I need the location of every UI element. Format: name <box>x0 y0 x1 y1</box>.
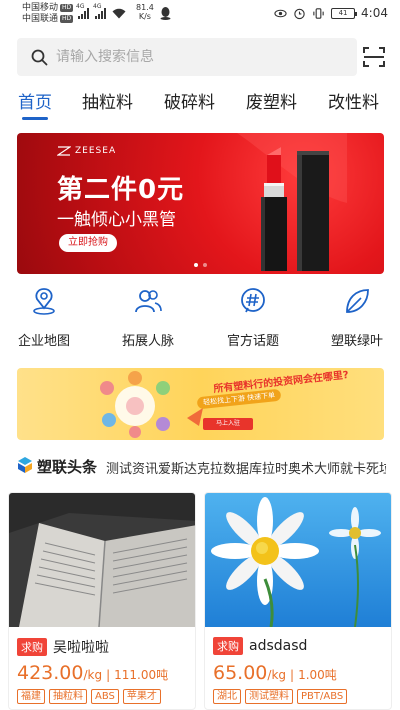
banner-brand: ZEESEA <box>57 145 116 157</box>
product-tag: 福建 <box>17 689 45 704</box>
network-type-2: 4G <box>93 3 102 10</box>
quick-links: 企业地图 拓展人脉 官方话题 塑联绿叶 <box>0 286 400 356</box>
price-row: 65.00 /kg | 1.00吨 <box>213 662 337 684</box>
banner-pagination <box>17 263 384 267</box>
tab-modified[interactable]: 改性料 <box>328 88 379 113</box>
quick-link-green-leaf[interactable]: 塑联绿叶 <box>312 286 400 349</box>
carrier-info: 中国移动 HD 中国联通 HD <box>22 3 74 25</box>
qq-icon <box>160 7 171 20</box>
leaf-icon <box>346 289 369 313</box>
battery-level: 41 <box>338 8 348 17</box>
hd-badge-2: HD <box>60 14 74 23</box>
vibrate-icon <box>313 7 324 19</box>
product-tags: 湖北 测试塑料 PBT/ABS <box>213 689 348 704</box>
product-tags: 福建 抽粒料 ABS 苹果才 <box>17 689 161 704</box>
quick-link-label: 拓展人脉 <box>121 334 174 349</box>
speed-value: 81.4 <box>136 3 154 12</box>
product-quantity: 1.00吨 <box>298 668 337 682</box>
tab-home[interactable]: 首页 <box>18 88 52 113</box>
promo-title: 所有塑料行的投资网会在哪里? <box>213 369 350 396</box>
search-row <box>0 38 400 76</box>
tab-waste-plastic[interactable]: 废塑料 <box>246 88 297 113</box>
search-bar[interactable] <box>17 38 357 76</box>
product-price: 423.00 <box>17 662 84 684</box>
status-right: 41 4:04 <box>274 6 388 20</box>
quick-link-label: 企业地图 <box>17 334 70 349</box>
wifi-icon <box>112 8 126 19</box>
brand-logo-icon <box>57 146 71 156</box>
clock: 4:04 <box>361 6 388 20</box>
scan-icon[interactable] <box>363 46 385 68</box>
product-name: adsdasd <box>249 638 308 654</box>
search-input[interactable] <box>56 49 326 65</box>
carrier-2: 中国联通 <box>22 14 59 24</box>
product-tag: ABS <box>91 689 119 704</box>
promo-join-button[interactable]: 马上入驻 <box>203 418 253 430</box>
hero-banner[interactable]: ZEESEA 第二件0元 一触倾心小黑管 立即抢购 <box>17 133 384 274</box>
quick-link-label: 塑联绿叶 <box>330 334 383 349</box>
product-card[interactable]: 求购 adsdasd 65.00 /kg | 1.00吨 湖北 测试塑料 PBT… <box>204 492 392 710</box>
alarm-icon <box>294 8 305 19</box>
product-title-row: 求购 adsdasd <box>213 637 307 655</box>
promo-illustration <box>100 371 203 438</box>
price-row: 423.00 /kg | 111.00吨 <box>17 662 168 684</box>
active-tab-indicator <box>22 117 48 120</box>
price-separator: | <box>290 668 295 682</box>
eye-icon <box>274 9 287 17</box>
hashtag-icon <box>241 288 265 313</box>
quick-link-company-map[interactable]: 企业地图 <box>0 286 89 349</box>
price-unit: /kg <box>83 668 103 682</box>
hd-badge-1: HD <box>60 3 74 12</box>
product-tag: PBT/ABS <box>297 689 348 704</box>
banner-title: 第二件0元 <box>57 175 185 205</box>
promo-banner[interactable]: 所有塑料行的投资网会在哪里? 轻松找上下游 快速下单 马上入驻 <box>17 368 384 440</box>
pagination-dot[interactable] <box>203 263 207 267</box>
product-name: 吴啦啦啦 <box>53 640 109 656</box>
carrier-1: 中国移动 <box>22 3 59 13</box>
buy-badge: 求购 <box>17 638 47 656</box>
contacts-icon <box>135 290 162 313</box>
pagination-dot-active[interactable] <box>194 263 198 267</box>
product-tag: 苹果才 <box>122 689 161 704</box>
search-icon <box>31 49 48 65</box>
product-image-book <box>9 493 195 627</box>
product-quantity: 111.00吨 <box>114 668 169 682</box>
banner-subtitle: 一触倾心小黑管 <box>57 210 176 230</box>
signal-icon-1: 4G <box>76 3 89 19</box>
product-tag: 抽粒料 <box>49 689 87 704</box>
quick-link-official-topics[interactable]: 官方话题 <box>208 286 298 349</box>
product-image-flower <box>205 493 391 627</box>
product-tag: 测试塑料 <box>245 689 293 704</box>
signal-indicators: 4G 4G <box>76 3 126 19</box>
tab-crushed[interactable]: 破碎料 <box>164 88 215 113</box>
tab-pellet[interactable]: 抽粒料 <box>82 88 133 113</box>
network-type-1: 4G <box>76 3 85 10</box>
headline-logo-icon <box>18 457 32 473</box>
battery-icon: 41 <box>331 7 358 19</box>
map-pin-icon <box>33 288 55 315</box>
product-price: 65.00 <box>213 662 268 684</box>
signal-icon-2: 4G <box>93 3 106 19</box>
product-card[interactable]: 求购 吴啦啦啦 423.00 /kg | 111.00吨 福建 抽粒料 ABS … <box>8 492 196 710</box>
price-unit: /kg <box>267 668 287 682</box>
price-separator: | <box>106 668 111 682</box>
brand-name: ZEESEA <box>75 146 117 156</box>
lipstick-image <box>237 133 347 271</box>
status-bar: 中国移动 HD 中国联通 HD 4G 4G 81.4 K/s 41 4:04 <box>0 0 400 30</box>
product-title-row: 求购 吴啦啦啦 <box>17 637 109 657</box>
quick-link-label: 官方话题 <box>226 334 279 349</box>
banner-buy-button[interactable]: 立即抢购 <box>59 234 117 252</box>
speed-unit: K/s <box>138 12 151 21</box>
quick-link-contacts[interactable]: 拓展人脉 <box>103 286 193 349</box>
headline-title: 塑联头条 <box>37 458 98 476</box>
headline-text[interactable]: 测试资讯爱斯达克拉数据库拉时奥术大师就卡死垃圾 <box>106 458 386 477</box>
headline-ticker[interactable]: 塑联头条 测试资讯爱斯达克拉数据库拉时奥术大师就卡死垃圾 <box>0 452 400 480</box>
network-speed: 81.4 K/s <box>136 3 154 21</box>
category-tabs: 首页 抽粒料 破碎料 废塑料 改性料 <box>0 88 400 124</box>
product-tag: 湖北 <box>213 689 241 704</box>
buy-badge: 求购 <box>213 637 243 655</box>
